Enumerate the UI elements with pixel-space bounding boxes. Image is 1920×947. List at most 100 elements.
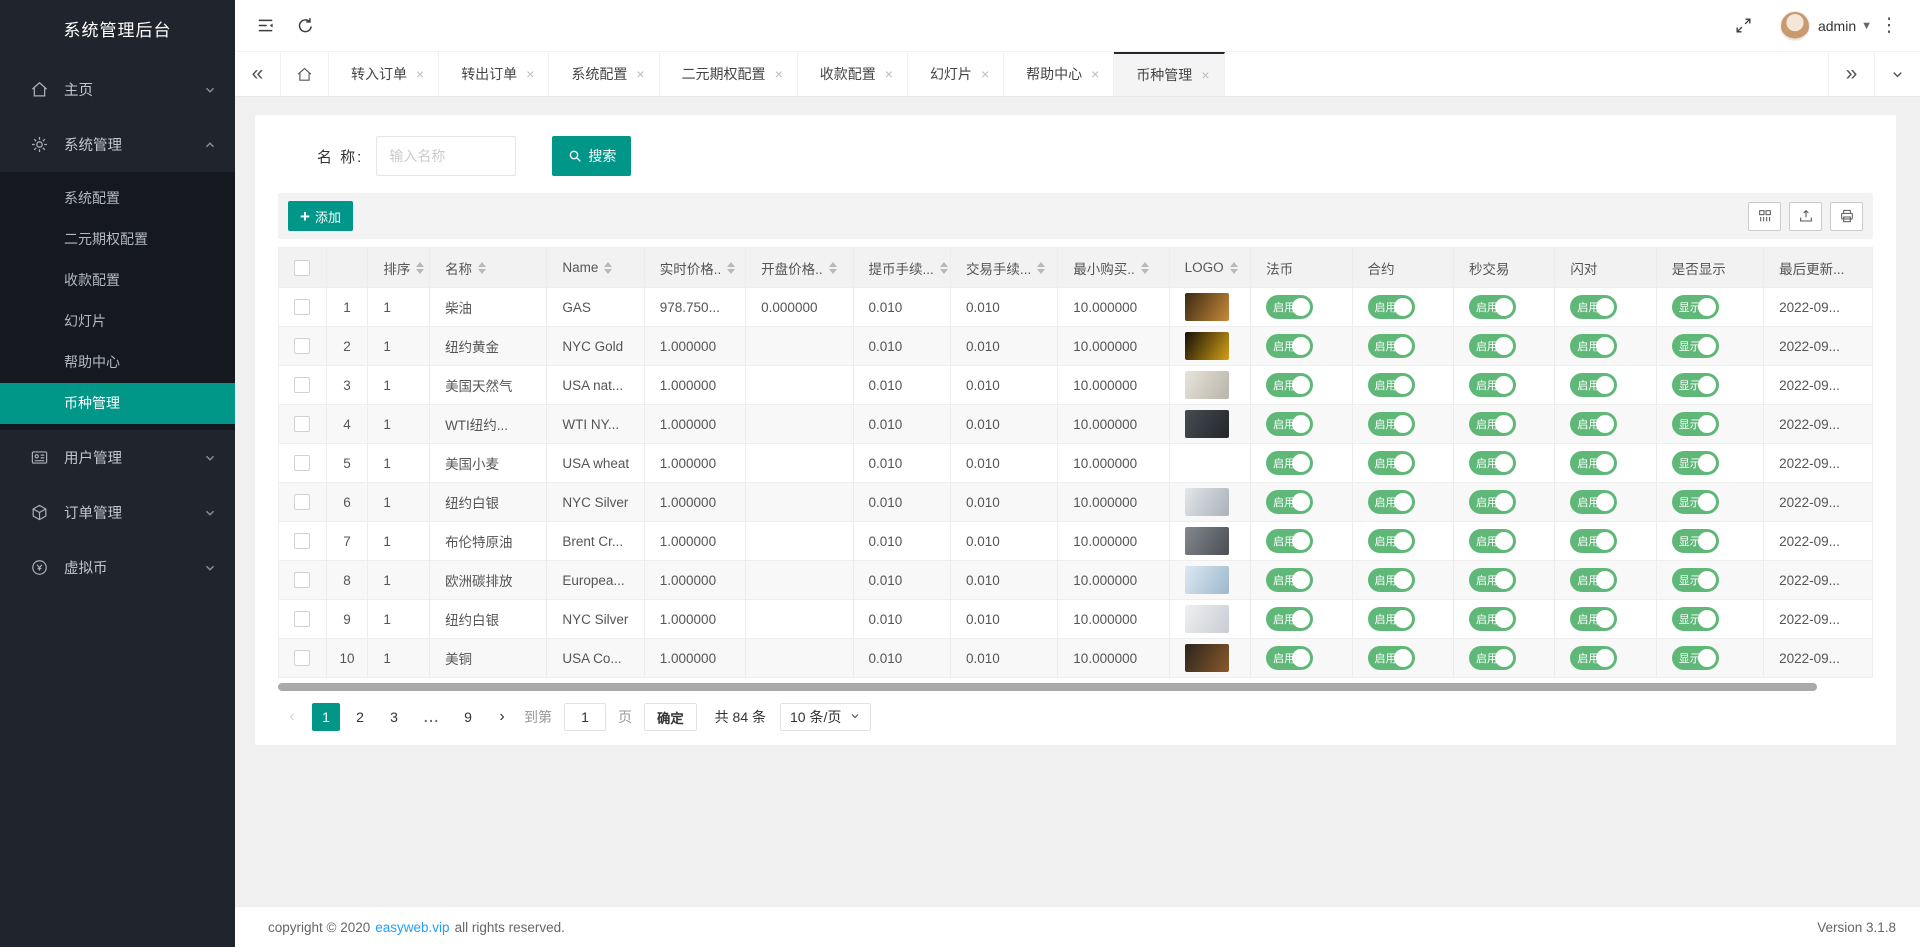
contract-toggle[interactable]: 启用 [1368, 373, 1415, 397]
close-icon[interactable]: × [636, 66, 644, 82]
row-checkbox[interactable] [294, 572, 310, 588]
header-cell[interactable]: Name [547, 248, 644, 287]
show-toggle[interactable]: 显示 [1672, 607, 1719, 631]
row-checkbox[interactable] [294, 494, 310, 510]
confirm-button[interactable]: 确定 [644, 703, 697, 731]
row-checkbox[interactable] [294, 611, 310, 627]
sidebar-subitem-币种管理[interactable]: 币种管理 [0, 383, 235, 424]
second-trade-toggle[interactable]: 启用 [1469, 373, 1516, 397]
tab-home[interactable] [281, 52, 329, 96]
select-all-checkbox[interactable] [294, 260, 310, 276]
header-cell[interactable]: 名称 [430, 248, 547, 287]
search-input[interactable] [376, 136, 516, 176]
flash-swap-toggle[interactable]: 启用 [1570, 295, 1617, 319]
tabs-scroll-right-icon[interactable]: » [1828, 52, 1874, 96]
row-checkbox[interactable] [294, 299, 310, 315]
sidebar-item-系统管理[interactable]: 系统管理 [0, 117, 235, 172]
contract-toggle[interactable]: 启用 [1368, 334, 1415, 358]
sidebar-item-用户管理[interactable]: 用户管理 [0, 430, 235, 485]
tab-币种管理[interactable]: 币种管理× [1114, 52, 1224, 96]
contract-toggle[interactable]: 启用 [1368, 646, 1415, 670]
tabs-scroll-left-icon[interactable]: « [235, 52, 281, 96]
page-button-3[interactable]: 3 [380, 703, 408, 731]
fiat-toggle[interactable]: 启用 [1266, 412, 1313, 436]
print-icon[interactable] [1830, 202, 1863, 231]
second-trade-toggle[interactable]: 启用 [1469, 529, 1516, 553]
flash-swap-toggle[interactable]: 启用 [1570, 529, 1617, 553]
tabs-menu-icon[interactable] [1874, 52, 1920, 96]
second-trade-toggle[interactable]: 启用 [1469, 568, 1516, 592]
sidebar-toggle-icon[interactable] [245, 6, 285, 46]
contract-toggle[interactable]: 启用 [1368, 451, 1415, 475]
flash-swap-toggle[interactable]: 启用 [1570, 568, 1617, 592]
flash-swap-toggle[interactable]: 启用 [1570, 373, 1617, 397]
sort-icon[interactable] [1037, 262, 1045, 274]
flash-swap-toggle[interactable]: 启用 [1570, 451, 1617, 475]
next-page-button[interactable]: › [488, 703, 516, 731]
close-icon[interactable]: × [1091, 66, 1099, 82]
show-toggle[interactable]: 显示 [1672, 412, 1719, 436]
tab-转入订单[interactable]: 转入订单× [329, 52, 439, 96]
header-cell[interactable]: 提币手续... [854, 248, 951, 287]
tab-帮助中心[interactable]: 帮助中心× [1004, 52, 1114, 96]
scrollbar-thumb[interactable] [278, 683, 1817, 691]
close-icon[interactable]: × [981, 66, 989, 82]
prev-page-button[interactable]: ‹ [278, 703, 306, 731]
show-toggle[interactable]: 显示 [1672, 295, 1719, 319]
row-checkbox[interactable] [294, 338, 310, 354]
close-icon[interactable]: × [1201, 67, 1209, 83]
sort-icon[interactable] [940, 262, 948, 274]
avatar[interactable] [1780, 11, 1810, 41]
sidebar-item-订单管理[interactable]: 订单管理 [0, 485, 235, 540]
header-cell[interactable]: 开盘价格.. [746, 248, 853, 287]
header-cell[interactable]: 排序 [368, 248, 430, 287]
sidebar-subitem-幻灯片[interactable]: 幻灯片 [0, 301, 235, 342]
goto-page-input[interactable] [564, 703, 606, 731]
row-checkbox[interactable] [294, 455, 310, 471]
contract-toggle[interactable]: 启用 [1368, 607, 1415, 631]
show-toggle[interactable]: 显示 [1672, 334, 1719, 358]
tab-转出订单[interactable]: 转出订单× [439, 52, 549, 96]
flash-swap-toggle[interactable]: 启用 [1570, 490, 1617, 514]
sort-icon[interactable] [829, 262, 837, 274]
tab-二元期权配置[interactable]: 二元期权配置× [660, 52, 798, 96]
fiat-toggle[interactable]: 启用 [1266, 334, 1313, 358]
flash-swap-toggle[interactable]: 启用 [1570, 334, 1617, 358]
page-button-9[interactable]: 9 [454, 703, 482, 731]
per-page-select[interactable]: 10 条/页 [780, 703, 871, 731]
fiat-toggle[interactable]: 启用 [1266, 646, 1313, 670]
fiat-toggle[interactable]: 启用 [1266, 568, 1313, 592]
close-icon[interactable]: × [526, 66, 534, 82]
fiat-toggle[interactable]: 启用 [1266, 451, 1313, 475]
second-trade-toggle[interactable]: 启用 [1469, 490, 1516, 514]
refresh-icon[interactable] [285, 6, 325, 46]
contract-toggle[interactable]: 启用 [1368, 412, 1415, 436]
flash-swap-toggle[interactable]: 启用 [1570, 412, 1617, 436]
tab-收款配置[interactable]: 收款配置× [798, 52, 908, 96]
contract-toggle[interactable]: 启用 [1368, 295, 1415, 319]
show-toggle[interactable]: 显示 [1672, 451, 1719, 475]
sidebar-item-主页[interactable]: 主页 [0, 62, 235, 117]
second-trade-toggle[interactable]: 启用 [1469, 412, 1516, 436]
sort-icon[interactable] [416, 262, 424, 274]
second-trade-toggle[interactable]: 启用 [1469, 607, 1516, 631]
fiat-toggle[interactable]: 启用 [1266, 295, 1313, 319]
sort-icon[interactable] [478, 262, 486, 274]
add-button[interactable]: + 添加 [288, 201, 353, 231]
tab-幻灯片[interactable]: 幻灯片× [908, 52, 1004, 96]
footer-link[interactable]: easyweb.vip [375, 920, 449, 935]
sidebar-subitem-系统配置[interactable]: 系统配置 [0, 178, 235, 219]
sidebar-item-虚拟币[interactable]: 虚拟币 [0, 540, 235, 595]
close-icon[interactable]: × [775, 66, 783, 82]
fullscreen-icon[interactable] [1724, 6, 1764, 46]
sidebar-subitem-二元期权配置[interactable]: 二元期权配置 [0, 219, 235, 260]
header-cell[interactable]: 最小购买.. [1058, 248, 1169, 287]
row-checkbox[interactable] [294, 416, 310, 432]
second-trade-toggle[interactable]: 启用 [1469, 646, 1516, 670]
search-button[interactable]: 搜索 [552, 136, 631, 176]
sort-icon[interactable] [1230, 262, 1238, 274]
sidebar-subitem-收款配置[interactable]: 收款配置 [0, 260, 235, 301]
contract-toggle[interactable]: 启用 [1368, 568, 1415, 592]
header-cell[interactable]: LOGO [1170, 248, 1252, 287]
page-button-1[interactable]: 1 [312, 703, 340, 731]
